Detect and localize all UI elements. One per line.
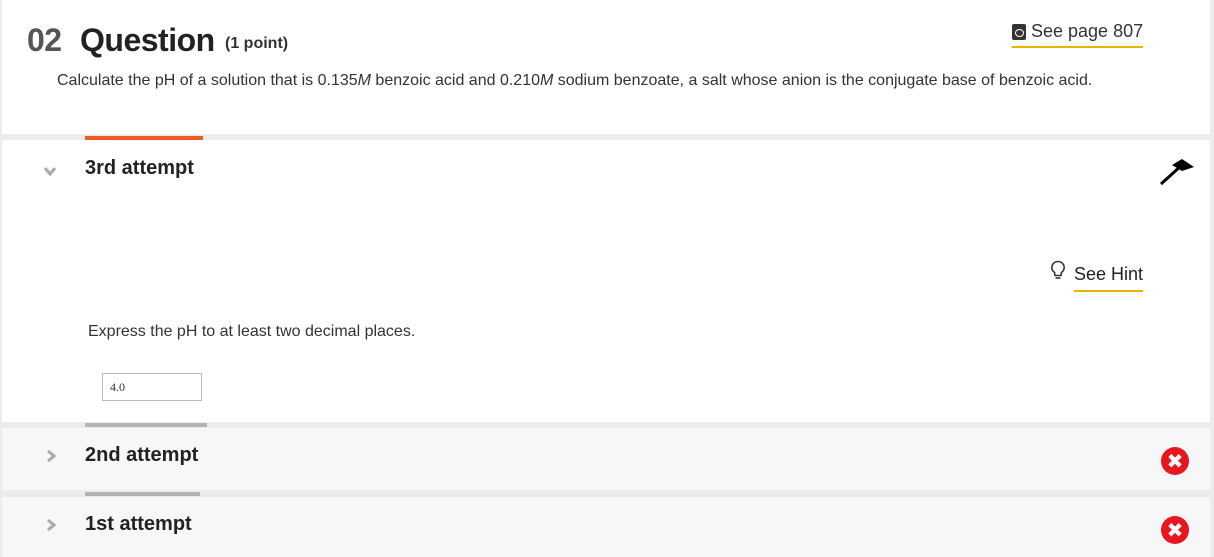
- question-card: 02 Question (1 point) See page 807 Calcu…: [2, 0, 1210, 134]
- lightbulb-icon: [1050, 260, 1066, 285]
- see-page-link[interactable]: See page 807: [1012, 21, 1144, 48]
- ph-answer-input[interactable]: [102, 373, 202, 401]
- see-hint-label: See Hint: [1074, 264, 1144, 292]
- see-hint-link[interactable]: See Hint: [1050, 258, 1144, 292]
- question-text: Calculate the pH of a solution that is 0…: [57, 72, 1093, 89]
- attempt-1st-indicator: [85, 492, 200, 496]
- answer-instruction: Express the pH to at least two decimal p…: [88, 323, 416, 340]
- x-circle-icon: ✖: [1161, 447, 1189, 475]
- attempt-title-3rd[interactable]: 3rd attempt: [85, 157, 194, 180]
- chevron-down-icon[interactable]: [43, 164, 57, 178]
- question-points: (1 point): [225, 35, 289, 52]
- see-page-label: See page 807: [1031, 21, 1144, 41]
- cursor-icon: [1158, 158, 1196, 191]
- x-circle-icon: ✖: [1161, 516, 1189, 544]
- attempt-title-1st[interactable]: 1st attempt: [85, 513, 192, 536]
- chevron-right-icon[interactable]: [44, 518, 58, 532]
- ebook-icon: [1012, 23, 1026, 40]
- question-heading: Question: [80, 22, 215, 58]
- chevron-right-icon[interactable]: [44, 449, 58, 463]
- attempt-title-2nd[interactable]: 2nd attempt: [85, 444, 198, 467]
- attempt-2nd-indicator: [85, 423, 207, 427]
- question-number: 02: [27, 22, 62, 58]
